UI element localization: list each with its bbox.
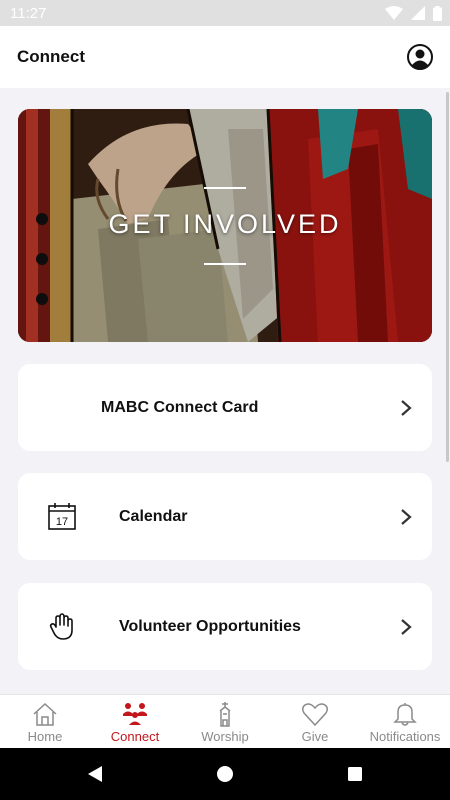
status-bar: 11:27 (0, 0, 450, 26)
hero-divider-bottom (204, 263, 246, 265)
bottom-nav: Home Connect Worship Give Notifications (0, 694, 450, 748)
nav-give[interactable]: Give (270, 695, 360, 748)
back-button[interactable] (30, 765, 160, 783)
bell-icon (393, 703, 417, 726)
hero-banner[interactable]: GET INVOLVED (18, 109, 432, 342)
battery-icon (433, 5, 442, 21)
recents-button[interactable] (290, 766, 420, 782)
nav-connect[interactable]: Connect (90, 695, 180, 748)
nav-label: Home (27, 729, 63, 744)
chevron-right-icon (401, 619, 412, 635)
recents-icon (348, 767, 362, 781)
heart-icon (301, 703, 329, 727)
hero-divider-top (204, 187, 246, 189)
nav-home[interactable]: Home (0, 695, 90, 748)
card-label: Calendar (119, 507, 188, 525)
hero-title: GET INVOLVED (108, 209, 342, 239)
home-circle-icon (217, 766, 233, 782)
status-time: 11:27 (10, 4, 47, 22)
people-icon (123, 703, 147, 725)
main-content[interactable]: GET INVOLVED MABC Connect Card 17 Calend… (0, 88, 450, 694)
signal-icon (411, 6, 425, 20)
status-icons (385, 5, 442, 21)
volunteer-opportunities-item[interactable]: Volunteer Opportunities (18, 583, 432, 670)
connect-card-item[interactable]: MABC Connect Card (18, 364, 432, 451)
nav-label: Give (301, 729, 329, 744)
chevron-right-icon (401, 509, 412, 525)
home-system-button[interactable] (160, 765, 290, 783)
app-header: Connect (0, 26, 450, 88)
nav-label: Connect (110, 729, 160, 744)
calendar-item[interactable]: 17 Calendar (18, 473, 432, 560)
nav-label: Worship (201, 729, 249, 744)
system-nav-bar (0, 748, 450, 800)
page-title: Connect (17, 47, 85, 66)
nav-label: Notifications (369, 729, 441, 744)
church-icon (219, 702, 231, 727)
chevron-right-icon (401, 400, 412, 416)
profile-icon[interactable] (407, 44, 433, 70)
home-icon (33, 702, 57, 726)
svg-text:17: 17 (56, 516, 68, 528)
wifi-icon (385, 6, 403, 20)
nav-notifications[interactable]: Notifications (360, 695, 450, 748)
calendar-icon: 17 (48, 503, 76, 530)
hand-icon (49, 613, 73, 640)
card-label: Volunteer Opportunities (119, 617, 301, 635)
card-label: MABC Connect Card (101, 398, 259, 416)
nav-worship[interactable]: Worship (180, 695, 270, 748)
scrollbar[interactable] (446, 92, 449, 462)
back-icon (88, 766, 102, 782)
